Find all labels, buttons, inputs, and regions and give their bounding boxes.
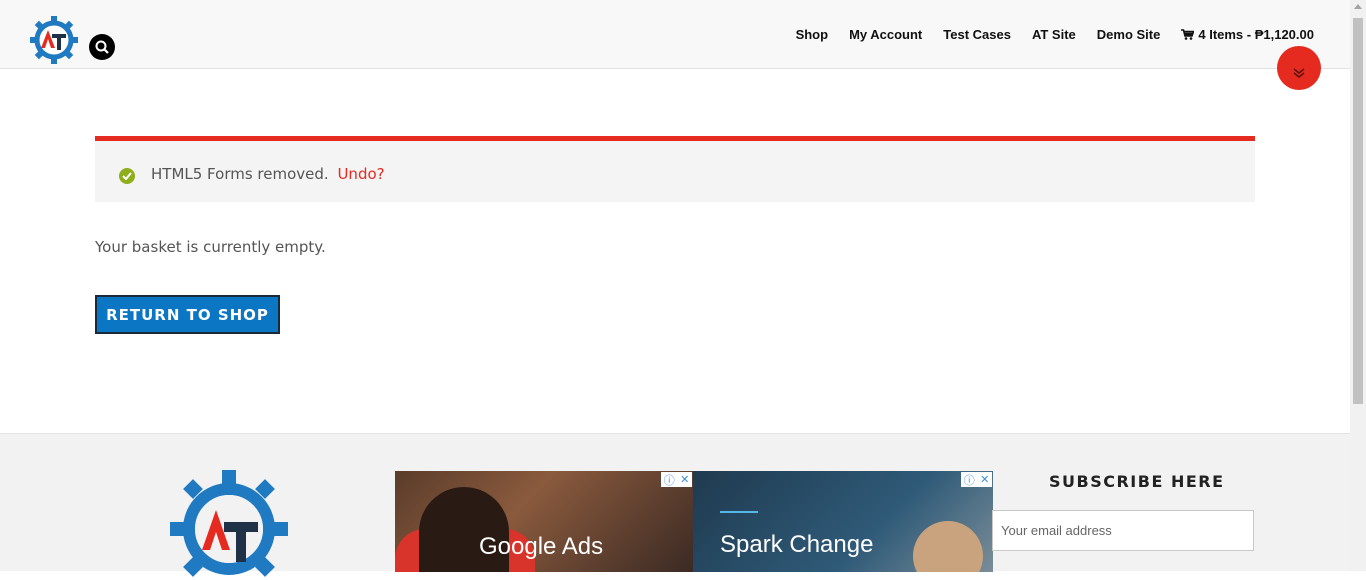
nav-shop[interactable]: Shop bbox=[796, 27, 829, 42]
double-chevron-down-icon bbox=[1293, 68, 1305, 78]
return-to-shop-button[interactable]: RETURN TO SHOP bbox=[95, 295, 280, 334]
nav-my-account[interactable]: My Account bbox=[849, 27, 922, 42]
ad-title: Google Ads bbox=[479, 533, 604, 560]
scrollbar-thumb[interactable] bbox=[1353, 18, 1363, 404]
nav-at-site[interactable]: AT Site bbox=[1032, 27, 1076, 42]
ad-banner-google-ads[interactable]: ⓘ ✕ Google Ads bbox=[395, 471, 693, 572]
ad-photo-person bbox=[913, 521, 983, 572]
ad-banner-spark-change[interactable]: ⓘ ✕ Spark Change bbox=[693, 471, 993, 572]
page-scrollbar[interactable] bbox=[1350, 0, 1366, 571]
search-button[interactable] bbox=[89, 34, 115, 60]
notice-message: HTML5 Forms removed. Undo? bbox=[151, 165, 385, 183]
footer-logo-icon[interactable] bbox=[170, 470, 288, 580]
site-footer: ⓘ ✕ Google Ads ⓘ ✕ Spark Change SUBSCRIBE … bbox=[0, 433, 1350, 577]
cart-summary: 4 Items - ₱1,120.00 bbox=[1198, 27, 1314, 42]
undo-link[interactable]: Undo? bbox=[337, 165, 384, 183]
main-nav: Shop My Account Test Cases AT Site Demo … bbox=[775, 27, 1314, 42]
notice-text: HTML5 Forms removed. bbox=[151, 165, 329, 183]
empty-basket-message: Your basket is currently empty. bbox=[95, 238, 326, 256]
site-header: Shop My Account Test Cases AT Site Demo … bbox=[0, 0, 1350, 69]
scroll-down-button[interactable] bbox=[1277, 46, 1321, 90]
subscribe-heading: SUBSCRIBE HERE bbox=[1049, 472, 1225, 491]
search-icon bbox=[95, 40, 109, 54]
ad-title: Spark Change bbox=[720, 531, 874, 558]
at-gear-logo-icon[interactable] bbox=[28, 14, 80, 66]
nav-cart[interactable]: 4 Items - ₱1,120.00 bbox=[1181, 27, 1314, 42]
scroll-up-arrow-icon[interactable] bbox=[1354, 4, 1362, 9]
check-circle-icon bbox=[119, 168, 135, 184]
nav-test-cases[interactable]: Test Cases bbox=[943, 27, 1011, 42]
ad-divider bbox=[720, 511, 758, 513]
cart-notice: HTML5 Forms removed. Undo? bbox=[95, 136, 1255, 202]
adchoices-icon[interactable]: ⓘ ✕ bbox=[961, 472, 992, 487]
adchoices-icon[interactable]: ⓘ ✕ bbox=[661, 472, 692, 487]
subscribe-email-input[interactable] bbox=[992, 510, 1254, 551]
nav-demo-site[interactable]: Demo Site bbox=[1097, 27, 1161, 42]
cart-icon bbox=[1181, 29, 1195, 40]
